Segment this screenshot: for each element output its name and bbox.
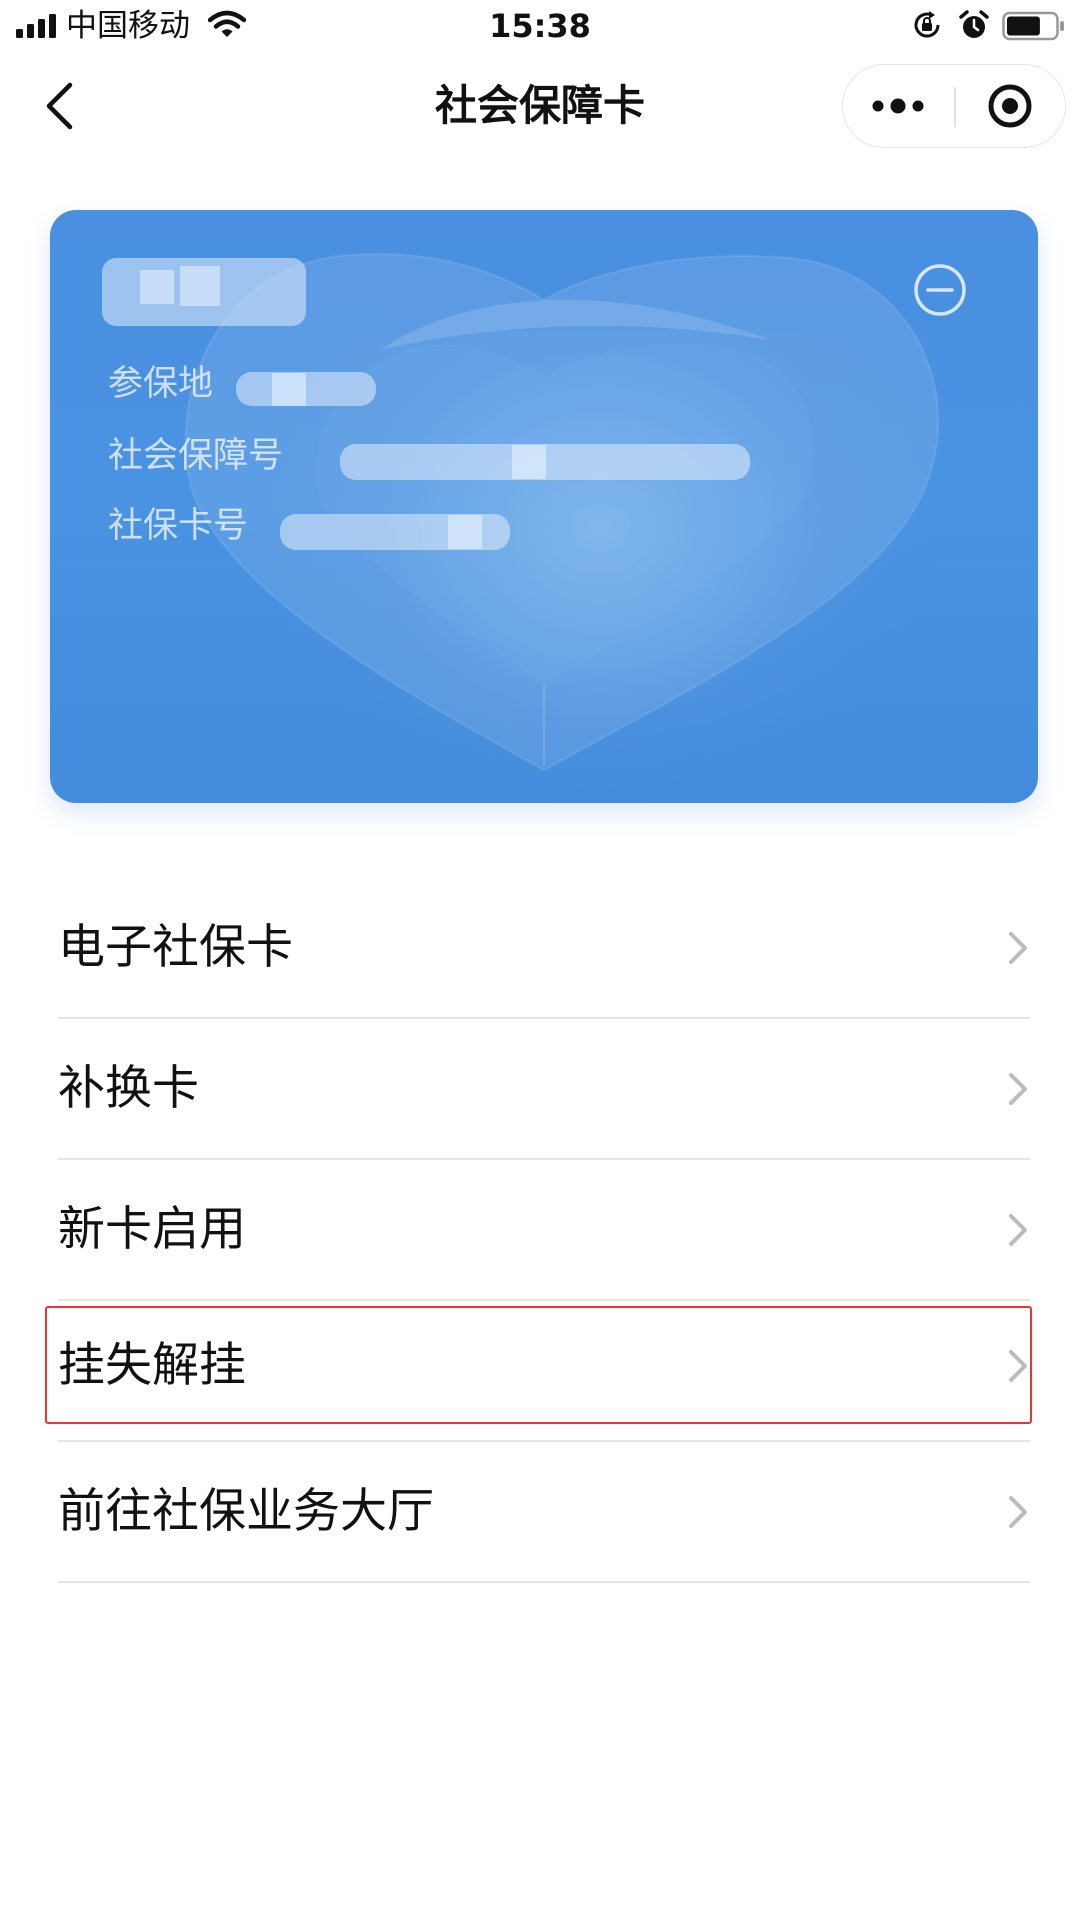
menu-item-replace-card[interactable]: 补换卡 [58,1019,1030,1159]
close-mini-program-button[interactable] [956,65,1064,147]
alarm-clock-icon [959,10,989,38]
redaction-pixel [512,445,546,479]
social-security-card[interactable]: 参保地 社会保障号 社保卡号 [50,210,1038,803]
redaction-pixel [448,515,482,549]
field-label-card-number: 社保卡号 [108,506,249,546]
menu-item-label: 新卡启用 [58,1202,246,1257]
menu-item-report-loss[interactable]: 挂失解挂 [58,1296,1030,1436]
menu-divider [58,1581,1030,1583]
chevron-left-icon [46,82,73,130]
menu-item-label: 挂失解挂 [58,1338,246,1393]
menu-item-electronic-card[interactable]: 电子社保卡 [58,878,1030,1018]
menu-item-label: 补换卡 [58,1061,199,1116]
menu-item-label: 电子社保卡 [58,920,293,975]
menu-item-service-hall[interactable]: 前往社保业务大厅 [58,1442,1030,1582]
redaction-pixel [140,270,174,304]
battery-icon [1002,11,1064,41]
mini-program-capsule [842,64,1066,148]
more-button[interactable] [843,65,953,147]
screen: 中国移动 15:38 社会保障卡 参保地 社会保障号 社保卡号 电子社保卡 补换… [0,0,1080,1920]
more-dots-icon [872,98,924,114]
menu-item-label: 前往社保业务大厅 [58,1484,434,1539]
insured-place-value-redacted [236,372,376,406]
chevron-right-icon [1009,1496,1027,1528]
navigation-bar: 社会保障卡 [0,54,1080,158]
chevron-right-icon [1009,932,1027,964]
redaction-pixel [180,266,220,306]
minus-circle-icon[interactable] [912,262,968,318]
rotation-lock-icon [914,11,940,38]
chevron-right-icon [1009,1214,1027,1246]
field-label-social-security-number: 社会保障号 [108,436,284,476]
target-circle-icon [988,84,1032,128]
chevron-right-icon [1009,1073,1027,1105]
back-button[interactable] [34,76,84,136]
chevron-right-icon [1009,1350,1027,1382]
status-bar: 中国移动 15:38 [0,0,1080,54]
field-label-insured-place: 参保地 [108,364,214,404]
menu-item-activate-new-card[interactable]: 新卡启用 [58,1160,1030,1300]
redaction-pixel [272,373,306,406]
